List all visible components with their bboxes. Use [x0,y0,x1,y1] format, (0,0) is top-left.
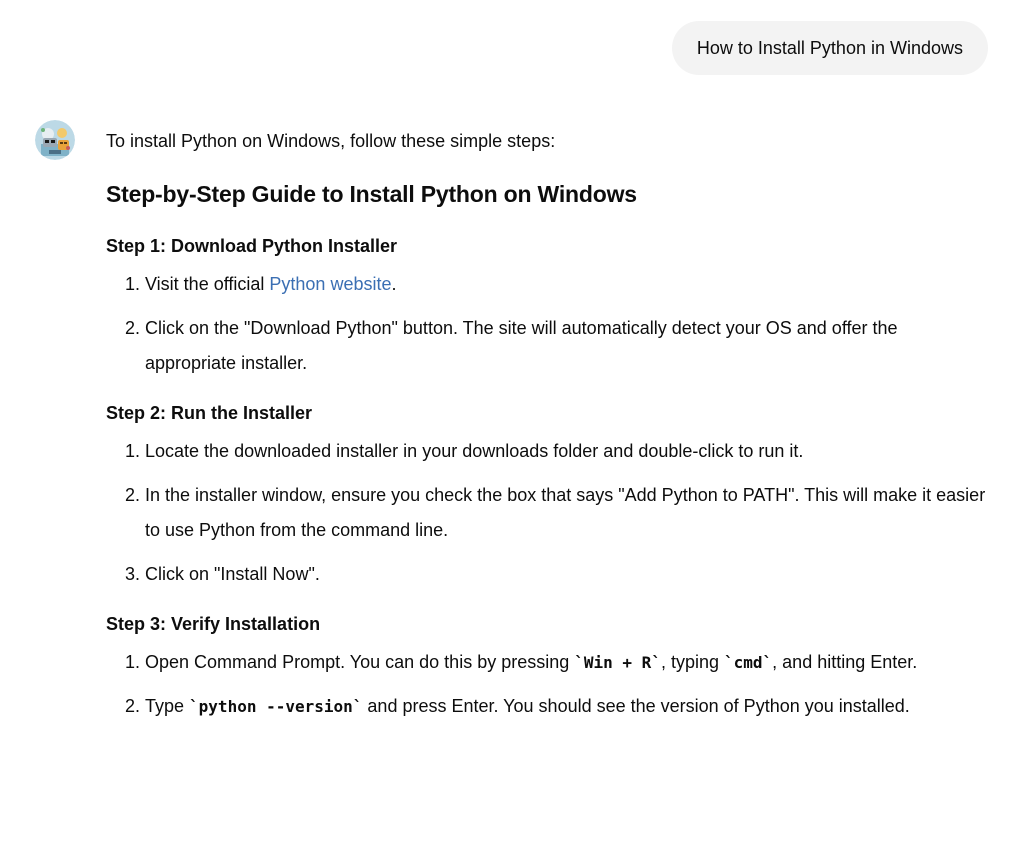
list-item: Type `python --version` and press Enter.… [145,689,986,724]
list-item-text: , and hitting Enter. [772,652,918,672]
step3-list: Open Command Prompt. You can do this by … [106,645,986,724]
list-item-text: Type [145,696,190,716]
list-item-text: . [391,274,397,294]
guide-title: Step-by-Step Guide to Install Python on … [106,181,637,207]
step1-list: Visit the official Python website. Click… [106,267,986,381]
user-message-bubble: How to Install Python in Windows [671,21,988,75]
step2-heading: Step 2: Run the Installer [106,403,313,423]
list-item-text: and press Enter. You should see the vers… [362,696,910,716]
list-item: Locate the downloaded installer in your … [145,434,986,469]
reply-intro: To install Python on Windows, follow the… [106,131,556,151]
list-item-text: Click on "Install Now". [145,564,320,584]
list-item: Click on "Install Now". [145,557,986,592]
list-item-text: Open Command Prompt. You can do this by … [145,652,575,672]
list-item: Click on the "Download Python" button. T… [145,311,986,381]
list-item-text: Visit the official [145,274,270,294]
list-item-text: In the installer window, ensure you chec… [145,485,986,540]
list-item-text: Locate the downloaded installer in your … [145,441,804,461]
list-item: Visit the official Python website. [145,267,986,302]
inline-code-win-r: `Win + R` [574,653,661,672]
assistant-avatar-icon [35,120,75,160]
inline-code-cmd: `cmd` [724,653,773,672]
step3-heading: Step 3: Verify Installation [106,614,321,634]
list-item-text: Click on the "Download Python" button. T… [145,318,898,373]
step2-list: Locate the downloaded installer in your … [106,434,986,592]
inline-code-python-version: `python --version` [189,697,363,716]
list-item-text: , typing [660,652,724,672]
assistant-reply: To install Python on Windows, follow the… [106,126,986,724]
list-item: In the installer window, ensure you chec… [145,478,986,548]
list-item: Open Command Prompt. You can do this by … [145,645,986,680]
python-website-link[interactable]: Python website [269,274,391,294]
step1-heading: Step 1: Download Python Installer [106,236,398,256]
